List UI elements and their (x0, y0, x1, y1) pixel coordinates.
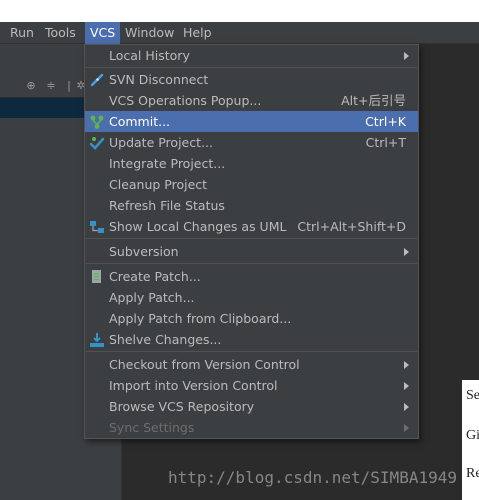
menu-item-label: Show Local Changes as UML (109, 219, 287, 234)
top-white-strip (0, 0, 479, 22)
collapse-icon[interactable]: ≑ (44, 79, 58, 93)
locate-icon[interactable]: ⊕ (24, 79, 38, 93)
shelve-icon (90, 333, 104, 347)
menu-bar: Run Tools VCS Window Help (0, 22, 479, 44)
update-project-icon (89, 137, 105, 150)
menu-item-shortcut: Ctrl+Alt+Shift+D (297, 219, 406, 234)
menu-item-vcs-operations-popup[interactable]: VCS Operations Popup... Alt+后引号 (85, 90, 418, 111)
menu-item-shortcut: Ctrl+T (365, 135, 406, 150)
svn-disconnect-icon (90, 73, 104, 87)
menu-item-shortcut: Alt+后引号 (341, 93, 406, 108)
menu-item-refresh-file-status[interactable]: Refresh File Status (85, 195, 418, 216)
menu-item-label: Checkout from Version Control (109, 357, 300, 372)
menu-item-label: Import into Version Control (109, 378, 278, 393)
menu-tools[interactable]: Tools (40, 22, 81, 44)
menu-item-label: Sync Settings (109, 420, 195, 435)
menu-item-label: Refresh File Status (109, 198, 225, 213)
submenu-arrow-icon (404, 424, 409, 432)
menu-item-label: Create Patch... (109, 269, 201, 284)
menu-separator (86, 351, 417, 352)
vcs-dropdown-menu: Local History SVN Disconnect VCS Operati… (84, 44, 419, 439)
menu-item-commit[interactable]: Commit... Ctrl+K (85, 111, 418, 132)
menu-item-import-vc[interactable]: Import into Version Control (85, 375, 418, 396)
menu-item-shelve-changes[interactable]: Shelve Changes... (85, 329, 418, 350)
menu-item-label: VCS Operations Popup... (109, 93, 262, 108)
menu-item-local-history[interactable]: Local History (85, 45, 418, 66)
create-patch-icon (92, 270, 101, 283)
menu-item-checkout-vc[interactable]: Checkout from Version Control (85, 354, 418, 375)
menu-vcs[interactable]: VCS (85, 22, 121, 44)
menu-item-update-project[interactable]: Update Project... Ctrl+T (85, 132, 418, 153)
menu-item-svn-disconnect[interactable]: SVN Disconnect (85, 69, 418, 90)
menu-item-sync-settings: Sync Settings (85, 417, 418, 438)
menu-item-browse-vcs-repository[interactable]: Browse VCS Repository (85, 396, 418, 417)
uml-icon (90, 221, 104, 233)
submenu-arrow-icon (404, 52, 409, 60)
menu-item-label: Apply Patch... (109, 290, 195, 305)
menu-item-label: Apply Patch from Clipboard... (109, 311, 292, 326)
menu-item-label: Integrate Project... (109, 156, 226, 171)
menu-item-label: Browse VCS Repository (109, 399, 255, 414)
menu-item-cleanup-project[interactable]: Cleanup Project (85, 174, 418, 195)
menu-window[interactable]: Window (120, 22, 179, 44)
menu-item-create-patch[interactable]: Create Patch... (85, 266, 418, 287)
menu-item-apply-patch-clipboard[interactable]: Apply Patch from Clipboard... (85, 308, 418, 329)
menu-separator (86, 263, 417, 264)
right-partial-text-2: Gi (466, 428, 479, 443)
menu-item-shortcut: Ctrl+K (365, 114, 406, 129)
menu-item-label: Commit... (109, 114, 171, 129)
menu-item-label: Subversion (109, 244, 179, 259)
menu-item-apply-patch[interactable]: Apply Patch... (85, 287, 418, 308)
menu-item-label: Cleanup Project (109, 177, 208, 192)
right-partial-text-3: Re (466, 466, 479, 481)
watermark-text: http://blog.csdn.net/SIMBA1949 (168, 468, 457, 487)
menu-item-show-local-changes-uml[interactable]: Show Local Changes as UML Ctrl+Alt+Shift… (85, 216, 418, 237)
menu-item-label: SVN Disconnect (109, 72, 209, 87)
menu-separator (86, 238, 417, 239)
menu-item-subversion[interactable]: Subversion (85, 241, 418, 262)
menu-item-integrate-project[interactable]: Integrate Project... (85, 153, 418, 174)
menu-separator (86, 67, 417, 68)
menu-item-label: Update Project... (109, 135, 213, 150)
submenu-arrow-icon (404, 361, 409, 369)
submenu-arrow-icon (404, 403, 409, 411)
commit-icon (90, 115, 104, 129)
submenu-arrow-icon (404, 248, 409, 256)
submenu-arrow-icon (404, 382, 409, 390)
right-partial-text-1: Se (466, 388, 479, 403)
menu-help[interactable]: Help (178, 22, 217, 44)
menu-run[interactable]: Run (5, 22, 39, 44)
menu-item-label: Shelve Changes... (109, 332, 222, 347)
menu-item-label: Local History (109, 48, 190, 63)
